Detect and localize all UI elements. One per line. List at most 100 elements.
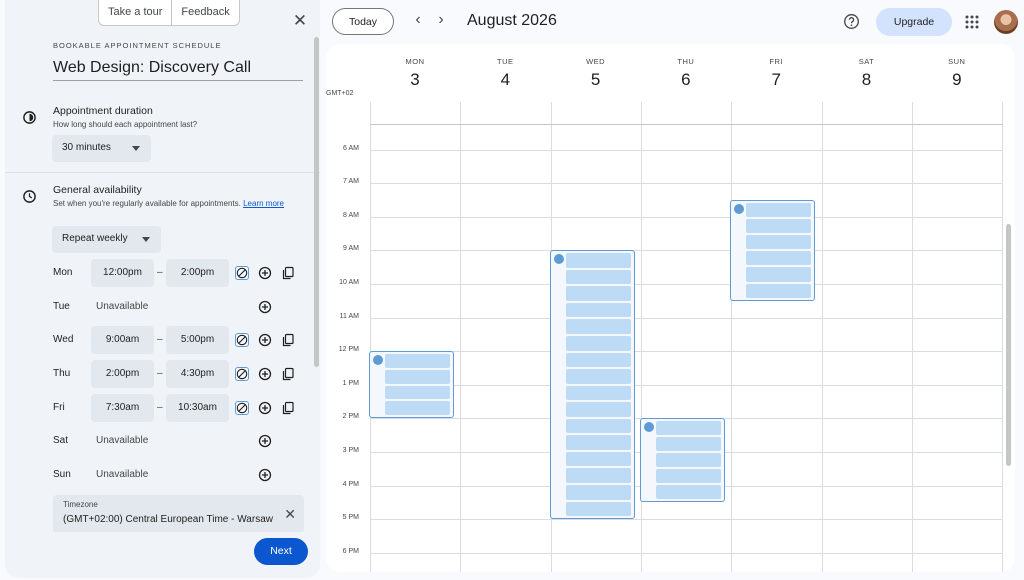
- add-circle-icon[interactable]: [258, 266, 272, 280]
- day-number[interactable]: 5: [551, 70, 641, 90]
- appointment-slot[interactable]: [746, 202, 812, 218]
- day-number[interactable]: 7: [731, 70, 821, 90]
- availability-block[interactable]: [549, 250, 635, 520]
- appointment-slot[interactable]: [565, 501, 631, 517]
- appointment-slot[interactable]: [655, 421, 722, 436]
- block-icon[interactable]: [235, 367, 249, 381]
- start-time-field[interactable]: 2:00pm: [91, 360, 154, 388]
- timezone-field[interactable]: Timezone (GMT+02:00) Central European Ti…: [53, 495, 304, 532]
- feedback-button[interactable]: Feedback: [171, 0, 238, 25]
- upgrade-button[interactable]: Upgrade: [876, 8, 952, 36]
- appointment-slot[interactable]: [565, 451, 631, 467]
- end-time-field[interactable]: 10:30am: [166, 394, 229, 422]
- add-circle-icon[interactable]: [258, 434, 272, 448]
- copy-icon[interactable]: [281, 367, 295, 381]
- hour-gridline: [370, 519, 1003, 521]
- appointment-slot[interactable]: [385, 385, 451, 400]
- availability-block[interactable]: [639, 418, 726, 503]
- appointment-slot[interactable]: [385, 354, 451, 368]
- copy-icon[interactable]: [281, 401, 295, 415]
- repeat-select[interactable]: Repeat weekly: [52, 226, 161, 253]
- appointment-slot[interactable]: [746, 219, 812, 234]
- block-icon[interactable]: [235, 401, 249, 415]
- panel-scroll-area[interactable]: BOOKABLE APPOINTMENT SCHEDULE Web Design…: [5, 34, 320, 532]
- schedule-title-input[interactable]: Web Design: Discovery Call: [53, 59, 303, 81]
- appointment-slot[interactable]: [565, 385, 631, 401]
- close-icon[interactable]: ✕: [291, 12, 309, 30]
- day-column-divider: [370, 102, 371, 572]
- apps-grid-icon[interactable]: [965, 15, 979, 29]
- day-column-divider: [731, 102, 733, 572]
- day-number[interactable]: 6: [641, 70, 731, 90]
- help-icon[interactable]: [843, 13, 860, 30]
- appointment-slot[interactable]: [385, 369, 451, 384]
- block-icon[interactable]: [235, 266, 249, 280]
- day-number[interactable]: 3: [370, 70, 460, 90]
- block-icon[interactable]: [235, 333, 249, 347]
- today-button[interactable]: Today: [332, 8, 394, 35]
- booking-page-icon: [373, 355, 383, 366]
- hour-label: 6 PM: [342, 547, 359, 555]
- avatar[interactable]: [994, 10, 1018, 34]
- appointment-slot[interactable]: [655, 469, 722, 484]
- day-number[interactable]: 8: [822, 70, 912, 90]
- next-button[interactable]: Next: [254, 538, 308, 565]
- appointment-slot[interactable]: [746, 235, 812, 250]
- chevron-left-icon[interactable]: ‹: [411, 12, 425, 30]
- appointment-slot[interactable]: [746, 267, 812, 282]
- appointment-slot[interactable]: [565, 352, 631, 368]
- clear-timezone-icon[interactable]: ✕: [284, 506, 296, 523]
- day-number[interactable]: 9: [912, 70, 1002, 90]
- appointment-slot[interactable]: [565, 435, 631, 450]
- day-of-week-label: MON: [405, 57, 425, 66]
- add-circle-icon[interactable]: [258, 401, 272, 415]
- copy-icon[interactable]: [281, 266, 295, 280]
- tour-feedback-bar: Take a tour Feedback: [98, 0, 240, 26]
- appointment-slot[interactable]: [565, 402, 631, 417]
- take-tour-button[interactable]: Take a tour: [99, 0, 171, 25]
- appointment-slot[interactable]: [655, 437, 722, 452]
- copy-icon[interactable]: [281, 333, 295, 347]
- day-number[interactable]: 4: [460, 70, 550, 90]
- appointment-slot[interactable]: [385, 401, 451, 416]
- appointment-slot[interactable]: [655, 453, 722, 468]
- appointment-slot[interactable]: [565, 369, 631, 384]
- appointment-slot[interactable]: [565, 269, 631, 285]
- start-time-field[interactable]: 12:00pm: [91, 259, 154, 287]
- end-time-field[interactable]: 4:30pm: [166, 360, 229, 388]
- end-time-field[interactable]: 2:00pm: [166, 259, 229, 287]
- availability-row-sat: Sat Unavailable: [5, 427, 320, 455]
- appointment-slot[interactable]: [565, 319, 631, 335]
- appointment-slot[interactable]: [565, 418, 631, 434]
- appointment-schedule-panel: Take a tour Feedback ✕ BOOKABLE APPOINTM…: [5, 0, 320, 578]
- start-time-field[interactable]: 7:30am: [91, 394, 154, 422]
- duration-title: Appointment duration: [53, 105, 153, 117]
- availability-block[interactable]: [730, 199, 816, 301]
- panel-scrollbar[interactable]: [314, 37, 319, 367]
- appointment-slot[interactable]: [746, 283, 812, 298]
- availability-subtitle: Set when you're regularly available for …: [53, 198, 298, 209]
- add-circle-icon[interactable]: [258, 333, 272, 347]
- availability-row-sun: Sun Unavailable: [5, 461, 320, 489]
- appointment-slot[interactable]: [565, 286, 631, 301]
- range-dash: –: [157, 267, 163, 278]
- current-month-title: August 2026: [467, 12, 557, 29]
- appointment-slot[interactable]: [565, 468, 631, 483]
- start-time-field[interactable]: 9:00am: [91, 326, 154, 354]
- end-time-field[interactable]: 5:00pm: [166, 326, 229, 354]
- week-calendar-grid[interactable]: GMT+02 MON 3 TUE 4 WED 5 THU 6 FRI 7 SAT 8 SUN 9 6 AM 7…: [326, 44, 1015, 572]
- learn-more-link[interactable]: Learn more: [243, 199, 284, 208]
- chevron-right-icon[interactable]: ›: [434, 12, 448, 30]
- appointment-slot[interactable]: [565, 302, 631, 318]
- appointment-slot[interactable]: [746, 251, 812, 266]
- duration-select[interactable]: 30 minutes: [52, 135, 151, 162]
- add-circle-icon[interactable]: [258, 300, 272, 314]
- appointment-slot[interactable]: [655, 485, 722, 500]
- appointment-slot[interactable]: [565, 253, 631, 268]
- availability-block[interactable]: [369, 351, 455, 419]
- appointment-slot[interactable]: [565, 336, 631, 351]
- add-circle-icon[interactable]: [258, 367, 272, 381]
- appointment-slot[interactable]: [565, 484, 631, 500]
- add-circle-icon[interactable]: [258, 468, 272, 482]
- calendar-scrollbar[interactable]: [1006, 224, 1011, 466]
